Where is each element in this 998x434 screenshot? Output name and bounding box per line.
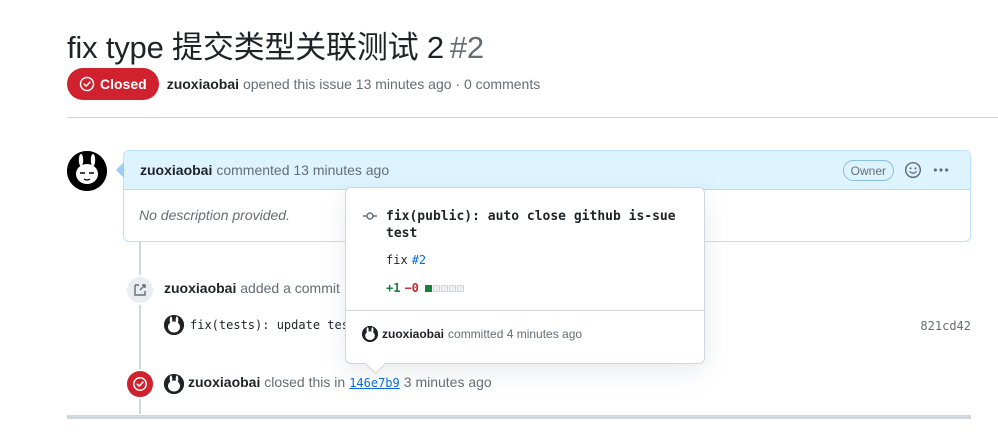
- hovercard-commit-time: committed 4 minutes ago: [448, 327, 583, 341]
- commit-author-avatar[interactable]: [164, 315, 184, 335]
- hovercard-divider: [346, 310, 704, 311]
- commit-hovercard: fix(public): auto close github is-sue te…: [345, 187, 705, 364]
- issue-title-text: fix type 提交类型关联测试 2: [67, 30, 444, 65]
- hovercard-diffstat: +1 −0: [386, 281, 465, 295]
- hovercard-issue-ref[interactable]: #2: [412, 253, 426, 267]
- issue-meta: Closed zuoxiaobai opened this issue 13 m…: [67, 68, 540, 100]
- hovercard-footer: zuoxiaobai committed 4 minutes ago: [362, 326, 582, 342]
- comment-avatar[interactable]: [67, 151, 107, 191]
- hovercard-desc-text: fix: [386, 253, 408, 267]
- deletions-count: −0: [404, 281, 419, 295]
- issue-closed-icon: [133, 377, 147, 391]
- owner-badge: Owner: [842, 160, 894, 181]
- commit-event-text: zuoxiaobai added a commit: [164, 280, 340, 296]
- closed-event-time[interactable]: 3 minutes ago: [404, 374, 492, 390]
- issue-title: fix type 提交类型关联测试 2 #2: [67, 22, 484, 67]
- avatar-image: [362, 326, 378, 342]
- avatar-image: [67, 151, 107, 191]
- issue-meta-details: opened this issue 13 minutes ago · 0 com…: [242, 76, 541, 92]
- closed-event-text: zuoxiaobai closed this in 146e7b9 3 minute…: [188, 374, 492, 390]
- issue-author-link[interactable]: zuoxiaobai: [167, 76, 239, 92]
- repo-push-icon: [134, 284, 146, 296]
- closed-event-label: closed this in: [264, 374, 346, 390]
- closed-event-author[interactable]: zuoxiaobai: [188, 374, 260, 390]
- hovercard-avatar[interactable]: [362, 326, 378, 342]
- status-label: Closed: [100, 76, 147, 92]
- git-commit-icon: [363, 212, 377, 220]
- avatar-image: [164, 315, 184, 335]
- commit-event-badge: [125, 275, 155, 305]
- commit-sha-link[interactable]: 821cd42: [920, 319, 971, 333]
- diffstat-blocks: [424, 284, 465, 292]
- commit-message-link[interactable]: fix(tests): update tes: [190, 318, 349, 332]
- hovercard-commit-desc: fix #2: [386, 253, 426, 267]
- closed-event-sha-link[interactable]: 146e7b9: [349, 376, 400, 390]
- additions-count: +1: [386, 281, 401, 295]
- commit-event-author[interactable]: zuoxiaobai: [164, 280, 236, 296]
- comment-author-link[interactable]: zuoxiaobai: [140, 162, 212, 178]
- status-badge: Closed: [67, 68, 159, 100]
- kebab-menu-icon[interactable]: [932, 161, 950, 179]
- header-divider: [67, 117, 998, 118]
- avatar-image: [164, 374, 184, 394]
- commit-event-label: added a commit: [240, 280, 340, 296]
- issue-closed-icon: [79, 76, 95, 92]
- closed-event-avatar[interactable]: [164, 374, 184, 394]
- issue-meta-text: zuoxiaobai opened this issue 13 minutes …: [167, 76, 541, 92]
- issue-number: #2: [449, 30, 484, 65]
- comment-time[interactable]: commented 13 minutes ago: [216, 162, 389, 178]
- timeline-end-bar: [67, 415, 971, 419]
- hovercard-commit-title[interactable]: fix(public): auto close github is-sue te…: [386, 208, 686, 242]
- hovercard-author[interactable]: zuoxiaobai: [382, 327, 444, 341]
- closed-event-badge: [125, 369, 155, 399]
- smiley-icon[interactable]: [904, 161, 922, 179]
